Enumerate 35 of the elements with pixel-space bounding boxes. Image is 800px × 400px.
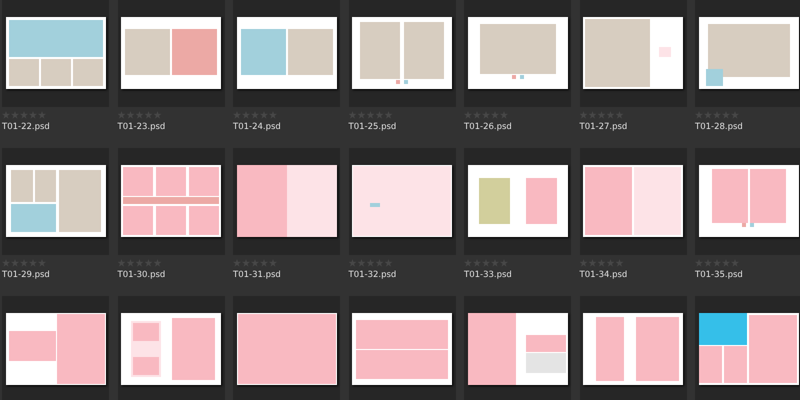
file-name: T01-23.psd <box>118 121 166 133</box>
thumbnail-card[interactable] <box>2 296 109 400</box>
thumbnail-card[interactable] <box>348 296 456 400</box>
thumbnail-card[interactable] <box>233 0 340 107</box>
thumbnail-card[interactable] <box>580 148 686 255</box>
file-name: T01-24.psd <box>233 121 282 133</box>
thumbnail-card[interactable] <box>348 0 456 107</box>
thumbnail-card[interactable] <box>695 148 800 255</box>
thumbnail-card[interactable] <box>233 148 340 255</box>
thumbnail-card[interactable] <box>695 0 800 107</box>
file-name: T01-27.psd <box>580 121 628 133</box>
thumbnail-card[interactable] <box>2 148 109 255</box>
thumbnail-card[interactable] <box>464 0 571 107</box>
thumbnail-card[interactable] <box>464 148 571 255</box>
thumbnail-card[interactable] <box>233 296 340 400</box>
thumbnail-card[interactable] <box>580 0 686 107</box>
file-name: T01-26.psd <box>464 121 513 133</box>
file-name: T01-30.psd <box>118 269 166 281</box>
thumbnail-card[interactable] <box>695 296 800 400</box>
thumbnail-card[interactable] <box>2 0 109 107</box>
thumbnail-card[interactable] <box>580 296 686 400</box>
thumbnail-card[interactable] <box>118 296 224 400</box>
thumbnail-card[interactable] <box>348 148 456 255</box>
thumbnail-card[interactable] <box>118 0 224 107</box>
thumbnail-card[interactable] <box>118 148 224 255</box>
file-name: T01-32.psd <box>348 269 398 281</box>
file-name: T01-35.psd <box>695 269 744 281</box>
file-name: T01-28.psd <box>695 121 744 133</box>
file-name: T01-33.psd <box>464 269 513 281</box>
file-name: T01-29.psd <box>2 269 51 281</box>
file-name: T01-34.psd <box>580 269 628 281</box>
file-name: T01-31.psd <box>233 269 282 281</box>
file-name: T01-22.psd <box>2 121 51 133</box>
file-name: T01-25.psd <box>348 121 398 133</box>
thumbnail-card[interactable] <box>464 296 571 400</box>
